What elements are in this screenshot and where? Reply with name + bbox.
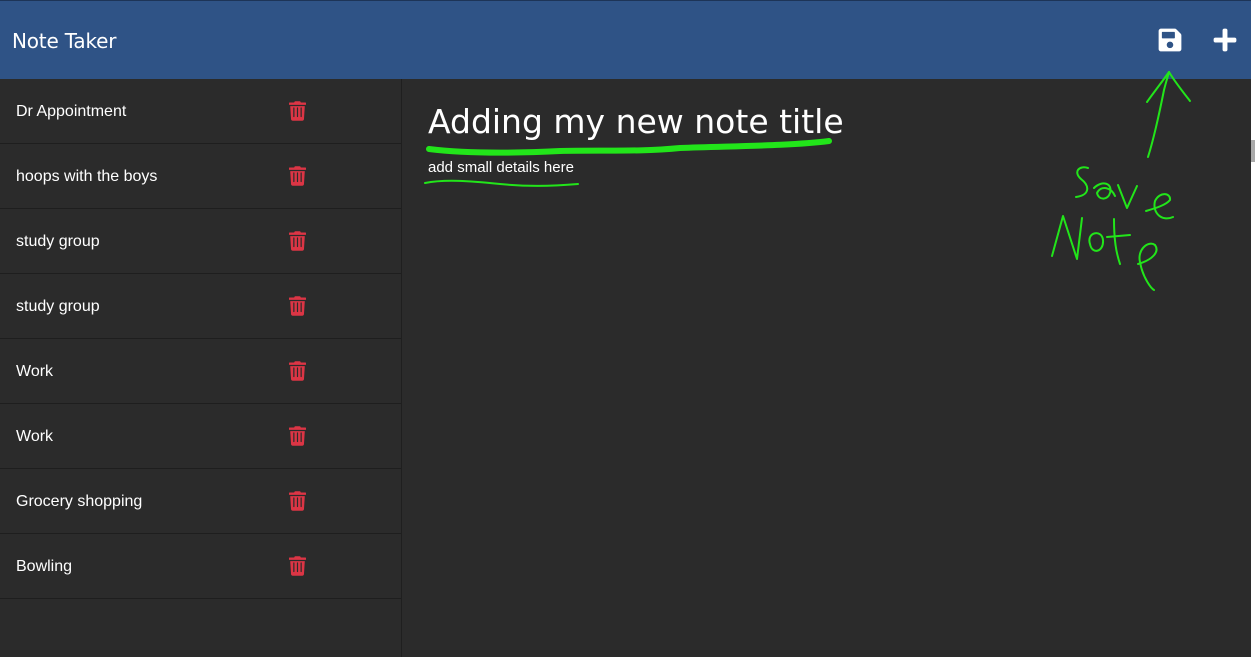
trash-icon (289, 556, 306, 576)
trash-icon (289, 426, 306, 446)
note-list-item[interactable]: Bowling (0, 534, 401, 599)
new-note-button[interactable] (1212, 27, 1238, 53)
delete-note-button[interactable] (289, 361, 306, 381)
trash-icon (289, 361, 306, 381)
note-title-input[interactable] (426, 99, 1030, 143)
note-list-item-title: hoops with the boys (16, 168, 158, 185)
note-list-item[interactable]: Work (0, 404, 401, 469)
note-list-item[interactable]: hoops with the boys (0, 144, 401, 209)
scrollbar[interactable] (1251, 0, 1255, 657)
trash-icon (289, 231, 306, 251)
delete-note-button[interactable] (289, 426, 306, 446)
note-list-item[interactable]: study group (0, 274, 401, 339)
delete-note-button[interactable] (289, 231, 306, 251)
delete-note-button[interactable] (289, 491, 306, 511)
note-list: Dr Appointment hoops with the boys study g… (0, 79, 401, 599)
trash-icon (289, 101, 306, 121)
note-list-item-title: Dr Appointment (16, 103, 127, 120)
app-title: Note Taker (12, 29, 117, 53)
note-body-input[interactable]: add small details here (426, 159, 1030, 183)
scrollbar-thumb[interactable] (1251, 140, 1255, 162)
plus-icon (1213, 28, 1237, 52)
note-list-item[interactable]: study group (0, 209, 401, 274)
trash-icon (289, 491, 306, 511)
note-list-item-title: study group (16, 233, 100, 250)
delete-note-button[interactable] (289, 556, 306, 576)
note-list-item-title: study group (16, 298, 100, 315)
floppy-disk-icon (1158, 28, 1182, 52)
delete-note-button[interactable] (289, 166, 306, 186)
delete-note-button[interactable] (289, 101, 306, 121)
navbar: Note Taker (0, 0, 1251, 79)
save-note-button[interactable] (1157, 27, 1183, 53)
note-list-item-title: Grocery shopping (16, 493, 143, 510)
notes-sidebar: Dr Appointment hoops with the boys study g… (0, 79, 402, 657)
note-list-item-title: Work (16, 428, 54, 445)
delete-note-button[interactable] (289, 296, 306, 316)
trash-icon (289, 166, 306, 186)
trash-icon (289, 296, 306, 316)
note-list-item-title: Work (16, 363, 54, 380)
note-list-item-title: Bowling (16, 558, 73, 575)
note-editor: add small details here (402, 79, 1251, 657)
note-list-item[interactable]: Grocery shopping (0, 469, 401, 534)
note-list-item[interactable]: Work (0, 339, 401, 404)
note-list-item[interactable]: Dr Appointment (0, 79, 401, 144)
